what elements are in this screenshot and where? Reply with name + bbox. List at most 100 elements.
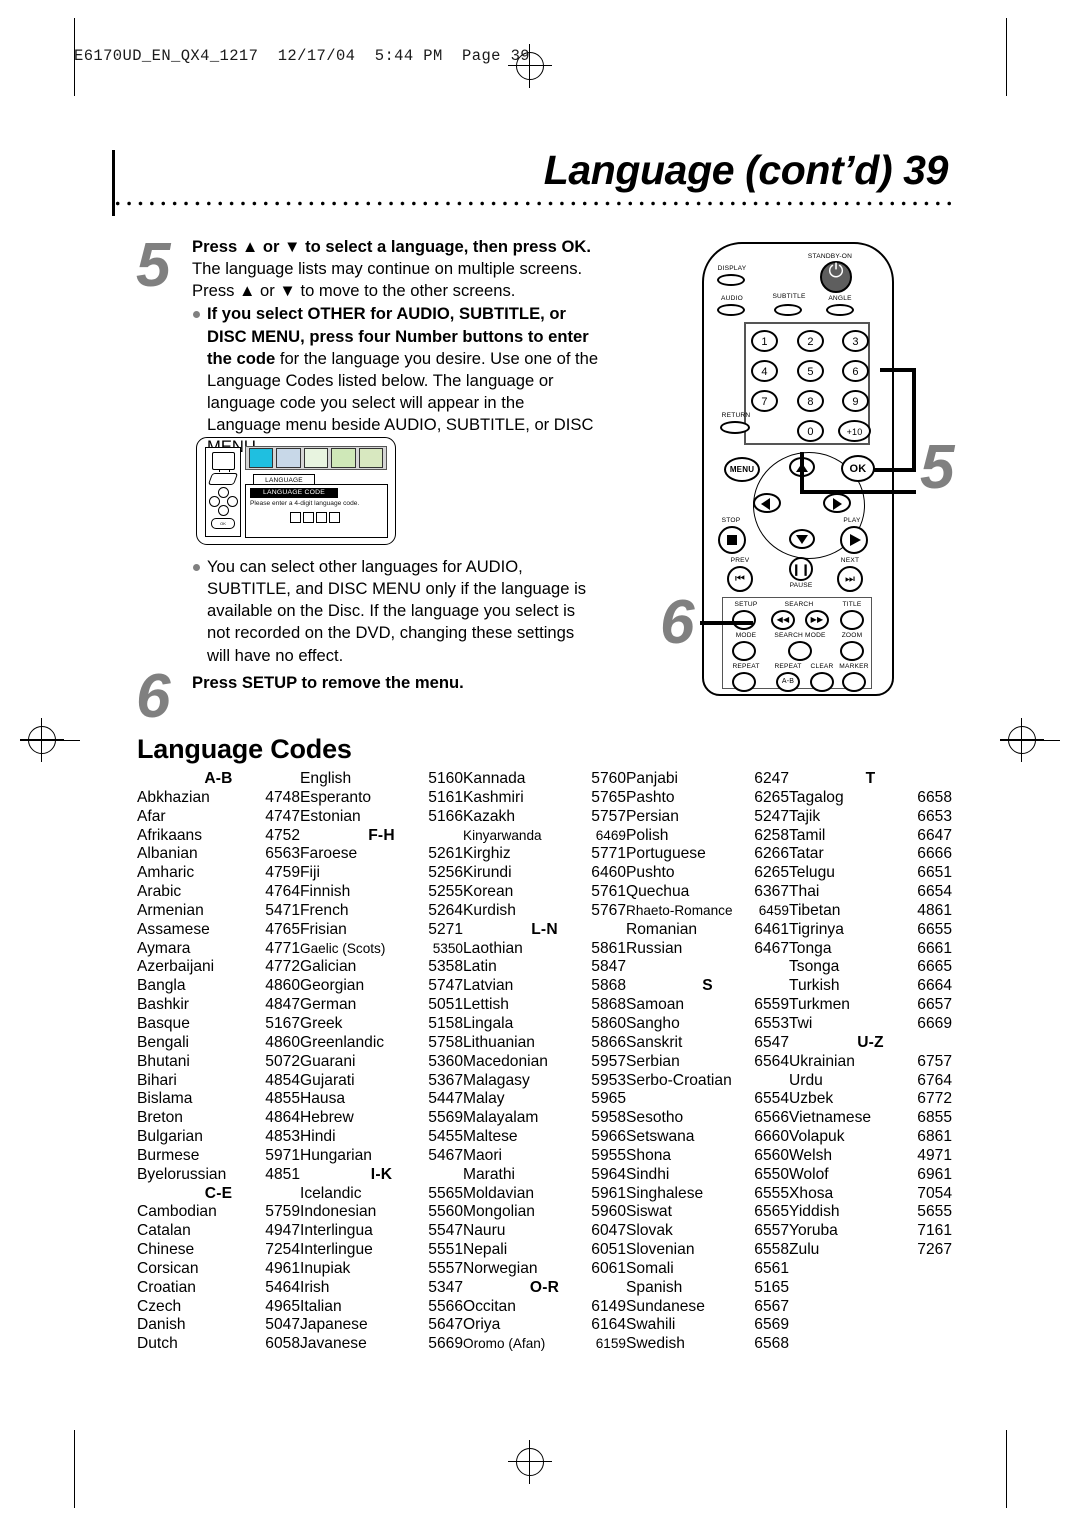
language-name: Indonesian <box>300 1203 377 1221</box>
language-name: Hausa <box>300 1090 346 1108</box>
language-code: 5957 <box>591 1052 626 1070</box>
language-name: Korean <box>463 883 514 901</box>
language-code: 6367 <box>754 883 789 901</box>
digit-box-2 <box>303 512 314 523</box>
language-code: 6265 <box>754 864 789 882</box>
language-name: Nepali <box>463 1241 508 1259</box>
language-code: 4765 <box>265 920 300 938</box>
language-code: 6764 <box>917 1071 952 1089</box>
language-name: Icelandic <box>300 1184 362 1202</box>
dpad-right-icon <box>227 496 238 507</box>
standby-on-button[interactable] <box>820 261 852 293</box>
subtitle-button[interactable] <box>774 304 802 316</box>
clear-button[interactable] <box>810 672 834 692</box>
language-name: Slovenian <box>626 1241 695 1259</box>
callout-number-6: 6 <box>660 588 695 657</box>
language-code-row: Occitan 6149 <box>463 1298 626 1317</box>
crop-mark-right-top <box>1006 18 1007 96</box>
stop-icon <box>727 535 737 545</box>
display-button[interactable] <box>717 274 745 286</box>
language-code-row: Kannada 5760 <box>463 770 626 789</box>
setup-button[interactable] <box>732 610 756 630</box>
language-code: 4864 <box>265 1109 300 1127</box>
step-5-bullet-2-block: You can select other languages for AUDIO… <box>192 556 599 667</box>
language-name: Swedish <box>626 1335 685 1353</box>
language-code: 6047 <box>591 1222 626 1240</box>
language-name: Wolof <box>789 1165 829 1183</box>
language-code: 6564 <box>754 1052 789 1070</box>
next-icon: ⏭ <box>844 573 856 585</box>
language-code-row: Spanish 5165 <box>626 1279 789 1298</box>
language-name: Marathi <box>463 1165 515 1183</box>
language-name: Azerbaijani <box>137 958 215 976</box>
language-code-row: Bashkir 4847 <box>137 996 300 1015</box>
language-code: 5566 <box>428 1297 463 1315</box>
globe-icon <box>249 448 274 468</box>
prev-label: PREV <box>730 557 750 564</box>
audio-icon <box>303 448 329 468</box>
language-code-row: Amharic 4759 <box>137 864 300 883</box>
language-code: 6567 <box>754 1297 789 1315</box>
language-name: Finnish <box>300 883 351 901</box>
language-code: 5261 <box>428 845 463 863</box>
language-code-row: Norwegian 6061 <box>463 1260 626 1279</box>
language-code-row: Pashto 6265 <box>626 789 789 808</box>
language-code: 6658 <box>917 788 952 806</box>
number-2-label: 2 <box>807 336 814 348</box>
zoom-button[interactable] <box>840 641 864 661</box>
language-code: 6660 <box>754 1128 789 1146</box>
language-name: Vietnamese <box>789 1109 872 1127</box>
language-code-row: Tagalog 6658 <box>789 789 952 808</box>
language-name: Interlingua <box>300 1222 373 1240</box>
angle-button[interactable] <box>826 304 854 316</box>
language-name: Frisian <box>300 920 347 938</box>
language-code-row: Nepali 6051 <box>463 1241 626 1260</box>
language-code: 5771 <box>591 845 626 863</box>
language-code-row: Italian 5566 <box>300 1298 463 1317</box>
language-name: Panjabi <box>626 770 679 787</box>
language-name: Turkmen <box>789 996 850 1014</box>
repeat-button[interactable] <box>732 672 756 692</box>
language-code: 5167 <box>265 1014 300 1032</box>
language-code: 5358 <box>428 958 463 976</box>
language-code: 5861 <box>591 939 626 957</box>
language-name: Corsican <box>137 1259 199 1277</box>
language-code-row: Maori 5955 <box>463 1147 626 1166</box>
language-code: 5847 <box>591 958 626 976</box>
search-mode-button[interactable] <box>788 641 812 661</box>
language-name: Rhaeto-Romance <box>626 902 733 918</box>
language-name: Hebrew <box>300 1109 354 1127</box>
digit-box-1 <box>290 512 301 523</box>
mode-button[interactable] <box>732 641 756 661</box>
audio-button[interactable] <box>717 304 745 316</box>
language-name: Lithuanian <box>463 1033 535 1051</box>
callout-line-ok-bracket <box>800 490 916 494</box>
marker-button[interactable] <box>842 672 866 692</box>
language-name: Tamil <box>789 826 826 844</box>
language-code: 6554 <box>754 1090 789 1108</box>
title-button[interactable] <box>840 610 864 630</box>
language-code-row: Greenlandic 5758 <box>300 1034 463 1053</box>
language-code-row: Cambodian 5759 <box>137 1203 300 1222</box>
language-code: 5367 <box>428 1071 463 1089</box>
return-button[interactable] <box>720 421 750 434</box>
language-code: 4854 <box>265 1071 300 1089</box>
language-name: Sesotho <box>626 1109 684 1127</box>
language-name: Chinese <box>137 1241 195 1259</box>
language-code-row: Azerbaijani 4772 <box>137 958 300 977</box>
language-code-row: Sindhi 6550 <box>626 1166 789 1185</box>
language-code-row: Tsonga 6665 <box>789 958 952 977</box>
language-code-row: 6554 <box>626 1090 789 1109</box>
dpad-up-icon <box>218 487 229 498</box>
language-name: Galician <box>300 958 357 976</box>
language-code: 6557 <box>754 1222 789 1240</box>
language-code-row: Indonesian 5560 <box>300 1203 463 1222</box>
number-4-label: 4 <box>761 366 768 378</box>
number-5-label: 5 <box>807 366 814 378</box>
language-code: 5551 <box>428 1241 463 1259</box>
repeat-label: REPEAT <box>732 663 760 670</box>
language-code: 4847 <box>265 996 300 1014</box>
number-1-label: 1 <box>761 336 768 348</box>
dpad-left-icon <box>761 498 770 510</box>
